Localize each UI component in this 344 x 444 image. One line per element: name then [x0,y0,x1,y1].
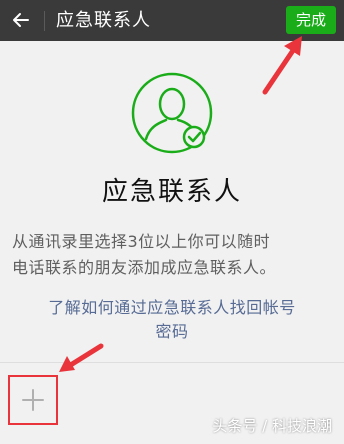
annotation-arrow-bottom [59,343,104,372]
watermark: 头条号 / 科技浪潮 [212,417,332,435]
back-button[interactable] [6,5,36,35]
done-button[interactable]: 完成 [286,6,336,34]
header-divider [44,11,45,31]
avatar [130,71,214,155]
annotation-arrow-top [262,36,302,95]
description-line: 电话联系的朋友添加成应急联系人。 [12,258,277,277]
section-heading: 应急联系人 [101,177,242,207]
help-link-line: 了解如何通过应急联系人找回帐号 [48,298,296,317]
description: 从通讯录里选择3位以上你可以随时 电话联系的朋友添加成应急联系人。 [12,229,334,281]
avatar-check-icon [131,72,213,154]
help-link[interactable]: 了解如何通过应急联系人找回帐号 密码 [22,296,322,344]
section-divider [0,362,344,363]
plus-icon [22,389,44,411]
description-line: 从通讯录里选择3位以上你可以随时 [12,232,271,251]
add-contact-button[interactable] [8,375,58,425]
main-content: 应急联系人 从通讯录里选择3位以上你可以随时 电话联系的朋友添加成应急联系人。 … [0,41,344,444]
page-title: 应急联系人 [56,10,151,31]
back-arrow-icon [13,13,29,27]
